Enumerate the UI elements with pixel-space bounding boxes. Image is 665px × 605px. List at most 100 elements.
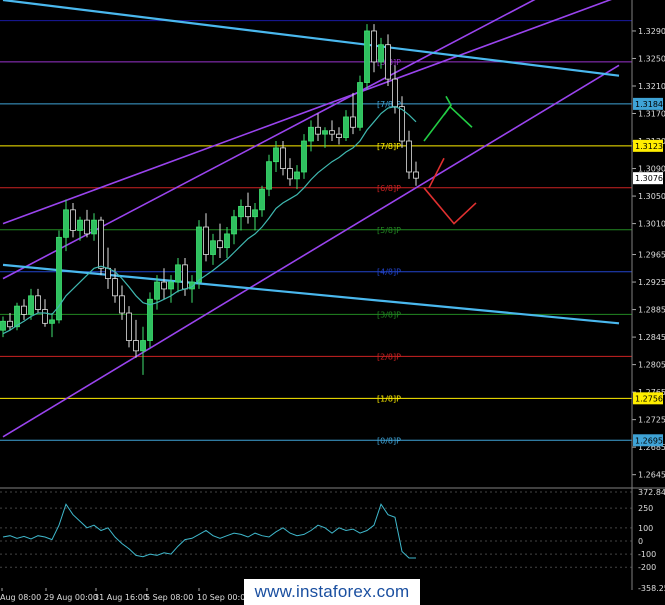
candle-body [259,188,265,211]
murrey-label: [5/8]P [377,226,401,235]
candle-body [371,30,377,63]
price-tag-label: 1.3076 [635,174,663,183]
candle-body [315,126,321,135]
indicator-tick-label: 0 [638,537,643,546]
candle-body [224,233,230,249]
candle-body [378,44,384,63]
price-tick-label: 1.2805 [638,361,665,370]
time-label: Aug 08:00 [0,593,41,602]
candle-body [413,171,419,179]
candle-body [245,205,251,218]
price-chart: [8/8]P[7/8]P[7/8]P[6/8]P[5/8]P[4/8]P[3/8… [0,0,665,602]
time-axis: Aug 08:00 29 Aug 00:0031 Aug 16:005 Sep 0… [0,588,250,602]
candle-body [406,140,412,173]
price-tick-label: 1.3170 [638,110,665,119]
price-tag-label: 1.2695 [635,436,663,445]
candle-body [133,340,139,352]
indicator-pane: 372.8496 250 100 0 -100 -200 -358.25 [0,488,665,593]
candle-body [196,226,202,283]
price-tick-label: 1.3210 [638,82,665,91]
price-tag-label: 1.3123 [635,142,663,151]
price-axis: 1.32901.32501.32101.31701.31301.30901.30… [632,27,665,480]
time-label: 29 Aug 00:00 [44,593,98,602]
price-tag-label: 1.3184 [635,100,663,109]
candle-body [385,44,391,80]
candle-body [322,130,328,135]
indicator-tick-label: -100 [638,550,656,559]
watermark-banner: www.instaforex.com [244,579,420,605]
candle-body [7,320,13,328]
indicator-line [2,503,416,559]
candle-body [364,30,370,83]
time-label: 10 Sep 00:00 [197,593,250,602]
candle-body [175,264,181,283]
candle-body [140,340,146,352]
candle-body [392,78,398,108]
price-tag-label: 1.2756 [635,394,663,403]
candle-body [28,295,34,315]
candle-body [49,319,55,324]
time-label: 5 Sep 08:00 [145,593,193,602]
candle-body [308,126,314,142]
indicator-tick-label: 100 [638,524,653,533]
candle-body [42,309,48,324]
indicator-tick-label: -200 [638,563,656,572]
candle-body [182,264,188,290]
candle-body [343,116,349,138]
candle-body [161,281,167,290]
price-tick-label: 1.2725 [638,416,665,425]
candle-body [63,209,69,238]
candle-body [0,320,6,331]
price-tick-label: 1.2645 [638,471,665,480]
indicator-tick-label: 250 [638,504,653,513]
murrey-label: [4/8]P [377,268,401,277]
main-pane-background [0,0,632,485]
candle-body [168,281,174,290]
candle-body [112,278,118,297]
candle-body [273,147,279,163]
candle-body [77,219,83,231]
candle-body [350,116,356,128]
candle-body [266,161,272,190]
candle-body [336,133,342,138]
time-label: 31 Aug 16:00 [94,593,148,602]
price-tick-label: 1.2885 [638,306,665,315]
candle-body [84,219,90,235]
indicator-tick-label: -358.25 [638,584,665,593]
candle-body [210,240,216,255]
candle-body [287,168,293,180]
candle-body [98,219,104,269]
price-tick-label: 1.3250 [638,54,665,63]
candle-body [252,209,258,218]
murrey-label: [7/8]P [377,142,401,151]
candle-body [154,281,160,300]
price-tick-label: 1.2965 [638,251,665,260]
price-tick-label: 1.2845 [638,333,665,342]
candle-body [126,312,132,341]
candle-body [70,209,76,231]
candle-body [203,226,209,255]
murrey-label: [0/8]P [377,436,401,445]
candle-body [399,106,405,142]
candle-body [238,205,244,218]
candle-body [91,219,97,235]
murrey-label: [3/8]P [377,310,401,319]
indicator-tick-label: 372.8496 [638,488,665,497]
price-tick-label: 1.3050 [638,192,665,201]
candle-body [21,305,27,315]
murrey-label: [6/8]P [377,184,401,193]
price-tick-label: 1.3290 [638,27,665,36]
candle-body [105,267,111,280]
price-tick-label: 1.2925 [638,278,665,287]
candle-body [294,171,300,180]
murrey-label: [1/8]P [377,394,401,403]
price-tags: 1.3184 1.3123 1.3076 1.2756 1.2695 [633,97,663,447]
candle-body [217,240,223,249]
candle-body [357,82,363,128]
candle-body [329,130,335,135]
candle-body [147,298,153,341]
candle-body [231,216,237,235]
murrey-label: [2/8]P [377,352,401,361]
candle-body [35,295,41,310]
candle-body [119,295,125,314]
